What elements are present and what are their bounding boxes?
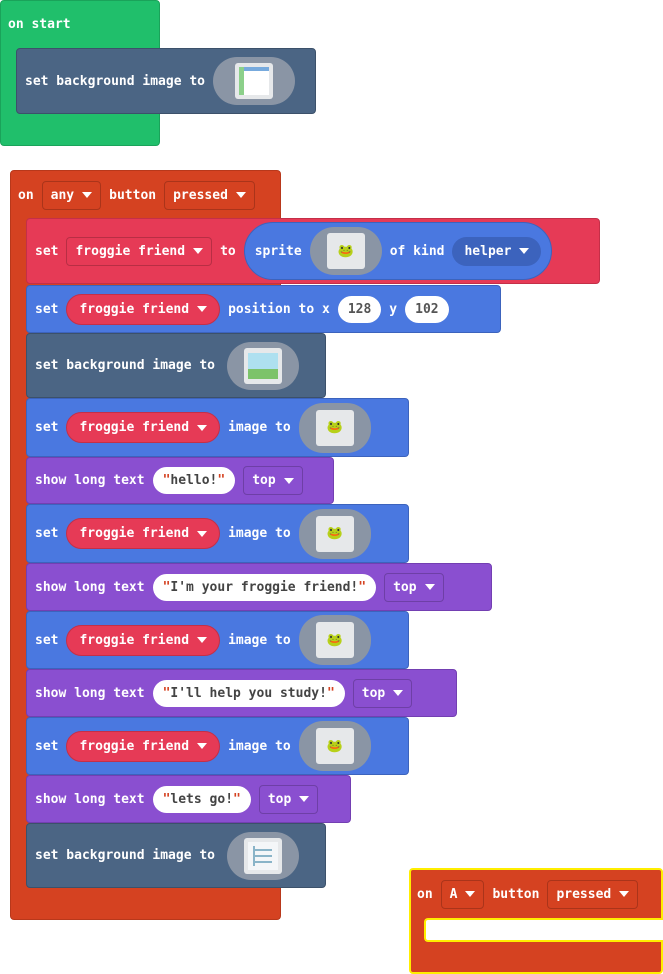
text-input[interactable]: lets go! [152, 785, 251, 813]
variable-value: froggie friend [79, 632, 190, 648]
image-to-label: image to [228, 526, 291, 541]
show-long-text-block[interactable]: show long text I'm your froggie friend! … [26, 563, 492, 611]
text-input[interactable]: I'm your froggie friend! [152, 573, 377, 601]
show-long-text-block[interactable]: show long text hello! top [26, 457, 334, 504]
set-image-block[interactable]: set froggie friend image to 🐸 [26, 398, 409, 457]
image-picker[interactable]: 🐸 [298, 615, 371, 665]
button-value: A [449, 886, 458, 902]
position-value: top [267, 791, 292, 807]
kind-dropdown[interactable]: helper [452, 236, 542, 266]
image-picker[interactable]: 🐸 [298, 721, 371, 771]
event-value: pressed [173, 187, 228, 203]
variable-dropdown[interactable]: froggie friend [66, 518, 221, 549]
set-label: set [35, 301, 59, 317]
position-dropdown[interactable]: top [384, 572, 444, 602]
on-start-label: on start [8, 17, 71, 32]
set-label: set [35, 420, 59, 435]
variable-value: froggie friend [79, 526, 190, 541]
y-label: y [389, 301, 398, 317]
set-background-label: set background image to [35, 848, 216, 863]
image-to-label: image to [228, 632, 291, 648]
variable-dropdown[interactable]: froggie friend [66, 293, 221, 325]
frog-image-icon: 🐸 [315, 515, 354, 552]
text-input[interactable]: hello! [152, 467, 236, 494]
set-background-block[interactable]: set background image to [26, 823, 326, 888]
set-background-block[interactable]: set background image to [26, 333, 326, 398]
image-picker[interactable]: 🐸 [298, 508, 371, 559]
image-picker[interactable] [227, 831, 300, 880]
variable-dropdown[interactable]: froggie friend [66, 624, 221, 656]
x-input[interactable]: 128 [337, 295, 382, 323]
position-value: top [393, 579, 417, 595]
set-position-block[interactable]: set froggie friend position to x 128 y 1… [26, 285, 501, 333]
show-long-text-label: show long text [35, 473, 145, 488]
show-long-text-block[interactable]: show long text I'll help you study! top [26, 669, 457, 717]
event-value: pressed [556, 886, 612, 902]
position-value: top [252, 473, 276, 488]
background-image-icon [244, 347, 283, 384]
variable-value: froggie friend [79, 301, 190, 317]
position-dropdown[interactable]: top [243, 466, 303, 495]
image-to-label: image to [228, 420, 291, 435]
button-label: button [109, 187, 157, 203]
show-long-text-block[interactable]: show long text lets go! top [26, 775, 351, 823]
event-dropdown[interactable]: pressed [547, 879, 639, 909]
image-picker[interactable] [213, 57, 296, 105]
frog-image-icon: 🐸 [315, 409, 354, 446]
frog-image-icon: 🐸 [326, 233, 365, 269]
frog-image-icon: 🐸 [315, 728, 354, 764]
position-value: top [361, 685, 386, 701]
show-long-text-label: show long text [35, 579, 145, 595]
set-sprite-block[interactable]: set froggie friend to sprite 🐸 of kind h… [26, 218, 600, 284]
set-image-block[interactable]: set froggie friend image to 🐸 [26, 717, 409, 775]
set-image-block[interactable]: set froggie friend image to 🐸 [26, 611, 409, 669]
set-label: set [35, 243, 59, 259]
position-dropdown[interactable]: top [258, 784, 319, 814]
image-picker[interactable]: 🐸 [309, 227, 382, 275]
button-dropdown[interactable]: A [440, 879, 485, 909]
image-picker[interactable] [227, 341, 300, 390]
y-input[interactable]: 102 [405, 295, 449, 323]
show-long-text-label: show long text [35, 685, 145, 701]
variable-dropdown[interactable]: froggie friend [66, 236, 213, 266]
variable-value: froggie friend [79, 420, 190, 435]
position-label: position to x [228, 301, 330, 317]
kind-value: helper [464, 243, 512, 259]
button-value: any [50, 187, 75, 203]
on-button-header: on any button pressed [10, 176, 263, 214]
sprite-label: sprite [254, 243, 302, 259]
image-to-label: image to [228, 738, 291, 754]
empty-statement-slot [424, 918, 663, 942]
set-background-label: set background image to [35, 358, 216, 373]
set-background-block[interactable]: set background image to [16, 48, 316, 114]
button-label: button [492, 886, 540, 902]
on-label: on [417, 886, 433, 902]
to-label: to [220, 243, 236, 259]
set-label: set [35, 632, 59, 648]
variable-value: froggie friend [79, 738, 190, 754]
variable-dropdown[interactable]: froggie friend [66, 730, 221, 762]
button-dropdown[interactable]: any [41, 180, 102, 210]
variable-dropdown[interactable]: froggie friend [66, 412, 221, 443]
background-image-icon [235, 63, 274, 99]
set-label: set [35, 738, 59, 754]
show-long-text-label: show long text [35, 791, 145, 807]
frog-image-icon: 🐸 [315, 622, 354, 658]
position-dropdown[interactable]: top [352, 678, 413, 708]
event-dropdown[interactable]: pressed [164, 180, 255, 210]
background-image-icon [244, 837, 283, 874]
on-a-button-header: on A button pressed [409, 875, 646, 913]
image-picker[interactable]: 🐸 [298, 402, 371, 453]
set-background-label: set background image to [25, 73, 206, 89]
variable-value: froggie friend [75, 243, 186, 259]
text-input[interactable]: I'll help you study! [152, 679, 345, 707]
set-label: set [35, 526, 59, 541]
set-image-block[interactable]: set froggie friend image to 🐸 [26, 504, 409, 563]
of-kind-label: of kind [389, 243, 445, 259]
on-label: on [18, 187, 34, 203]
create-sprite-block[interactable]: sprite 🐸 of kind helper [243, 222, 553, 280]
